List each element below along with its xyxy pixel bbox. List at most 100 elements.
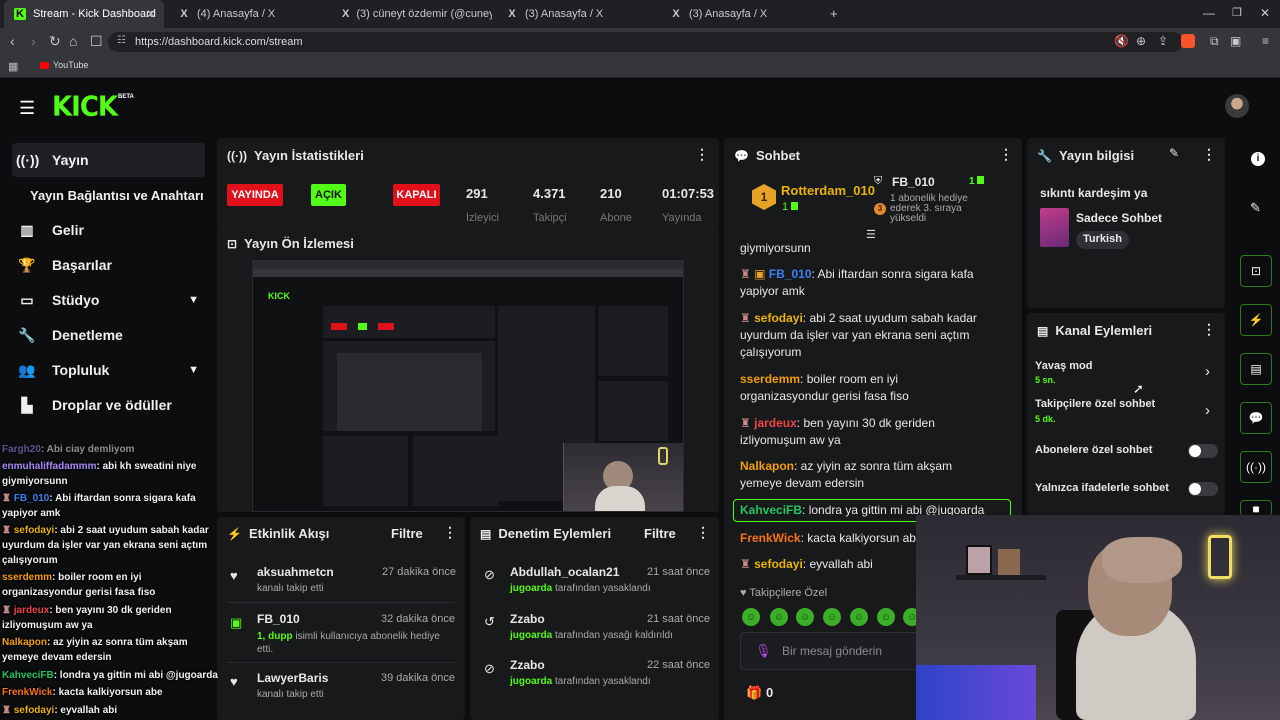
more-options-icon[interactable]: ⋮ xyxy=(1202,321,1216,338)
bookmark-icon[interactable]: ☐ xyxy=(90,33,103,50)
wallet-icon[interactable]: ▣ xyxy=(1230,34,1241,48)
chevron-right-icon[interactable]: › xyxy=(1205,363,1210,380)
tab-x-1[interactable]: X (4) Anasayfa / X xyxy=(168,0,328,28)
hamburger-menu-icon[interactable]: ☰ xyxy=(19,98,35,119)
moderated-user-name[interactable]: Zzabo xyxy=(510,612,545,626)
brave-shield-icon[interactable] xyxy=(1181,34,1195,48)
broadcast-icon[interactable]: ((·)) xyxy=(1240,451,1272,483)
top-gifter-count: 1 xyxy=(782,201,799,213)
emote-icon[interactable]: ☺ xyxy=(742,608,760,626)
chat-username[interactable]: KahveciFB xyxy=(740,503,802,517)
emote-chat-toggle[interactable] xyxy=(1188,482,1218,496)
streamer-hand xyxy=(1102,537,1182,583)
mute-tab-icon[interactable]: 🔇 xyxy=(1114,34,1129,48)
slow-mode-label[interactable]: Yavaş mod xyxy=(1035,360,1092,372)
chat-username[interactable]: sefodayi xyxy=(754,311,803,325)
closed-toggle-button[interactable]: KAPALI xyxy=(393,184,440,206)
chat-username[interactable]: jardeux xyxy=(754,416,797,430)
tab-kick-dashboard[interactable]: K Stream - Kick Dashboard ✕ xyxy=(4,0,164,28)
tab-x-4[interactable]: X (3) Anasayfa / X xyxy=(660,0,820,28)
sidebar-item-droplar[interactable]: ▙ Droplar ve ödüller xyxy=(12,388,205,422)
camera-icon[interactable]: ■ xyxy=(1240,500,1272,516)
close-window-icon[interactable]: ✕ xyxy=(1260,6,1270,20)
maximize-icon[interactable]: ❐ xyxy=(1232,6,1242,19)
chat-username[interactable]: FrenkWick xyxy=(740,531,801,545)
followers-chat-label[interactable]: Takipçilere özel sohbet xyxy=(1035,398,1155,410)
category-thumbnail[interactable] xyxy=(1040,208,1069,247)
chat-username[interactable]: sserdemm xyxy=(740,372,800,386)
zoom-icon[interactable]: ⊕ xyxy=(1136,34,1146,48)
badge-icon: ♜ xyxy=(740,267,751,281)
reload-icon[interactable]: ↻ xyxy=(49,33,61,50)
moderated-user-name[interactable]: Abdullah_ocalan21 xyxy=(510,565,619,579)
panel-title: Etkinlik Akışı xyxy=(248,526,330,541)
lightning-lamp xyxy=(1208,535,1232,579)
preview-video[interactable]: KICK xyxy=(252,260,684,512)
screenshot-icon[interactable]: ⊡ xyxy=(1240,255,1272,287)
emote-icon[interactable]: ☺ xyxy=(770,608,788,626)
more-options-icon[interactable]: ⋮ xyxy=(999,146,1013,163)
close-tab-icon[interactable]: ✕ xyxy=(146,7,156,21)
bolt-icon[interactable]: ⚡ xyxy=(1240,304,1272,336)
chevron-down-icon[interactable]: ▼ xyxy=(188,364,199,376)
moderation-filter-button[interactable]: Filtre xyxy=(644,526,676,541)
back-icon[interactable]: ‹ xyxy=(10,33,15,49)
tab-x-3[interactable]: X (3) Anasayfa / X xyxy=(496,0,656,28)
sidebar-item-yayin[interactable]: ((·)) Yayın xyxy=(12,143,205,177)
address-bar[interactable]: ☷ https://dashboard.kick.com/stream xyxy=(108,32,1183,52)
open-toggle-button[interactable]: AÇIK xyxy=(311,184,346,206)
chat-username[interactable]: Nalkapon xyxy=(740,459,794,473)
sidebar-item-basarilar[interactable]: 🏆 Başarılar xyxy=(12,248,205,282)
sidebar-item-stream-key[interactable]: Yayın Bağlantısı ve Anahtarı xyxy=(12,178,205,212)
edit-pencil-icon[interactable]: ✎ xyxy=(1250,200,1261,216)
more-options-icon[interactable]: ⋮ xyxy=(443,524,457,541)
sidebar-item-topluluk[interactable]: 👥 Topluluk ▼ xyxy=(12,353,205,387)
forward-icon[interactable]: › xyxy=(31,33,36,49)
feed-user-name[interactable]: aksuahmetcn xyxy=(257,565,334,579)
top-gifter-name[interactable]: Rotterdam_010 xyxy=(781,183,875,198)
live-badge: YAYINDA xyxy=(227,184,283,206)
feed-user-name[interactable]: FB_010 xyxy=(257,612,300,626)
feed-user-name[interactable]: LawyerBaris xyxy=(257,671,328,685)
moderated-user-name[interactable]: Zzabo xyxy=(510,658,545,672)
apps-grid-icon[interactable]: ▦ xyxy=(8,60,18,73)
subs-chat-toggle[interactable] xyxy=(1188,444,1218,458)
emote-icon[interactable]: ☺ xyxy=(877,608,895,626)
home-icon[interactable]: ⌂ xyxy=(69,33,77,49)
minimize-icon[interactable]: — xyxy=(1203,6,1215,20)
menu-icon[interactable]: ≡ xyxy=(1262,34,1269,48)
bookmark-youtube[interactable]: YouTube xyxy=(53,60,88,70)
gifter-name[interactable]: FB_010 xyxy=(892,175,935,189)
tab-x-2[interactable]: X (3) cüneyt özdemir (@cuneytozdemir xyxy=(332,0,492,28)
webcam-overlay xyxy=(916,515,1280,720)
chevron-down-icon[interactable]: ▼ xyxy=(188,294,199,306)
edit-pencil-icon[interactable]: ✎ xyxy=(1169,146,1179,160)
extensions-icon[interactable]: ⧉ xyxy=(1210,34,1219,49)
more-options-icon[interactable]: ⋮ xyxy=(1202,146,1216,163)
new-tab-icon[interactable]: + xyxy=(830,6,838,21)
overlay-chat-message: Fargh20: Abi ciay demliyom xyxy=(2,444,135,455)
gift-icon[interactable]: 🎁 xyxy=(746,685,762,701)
document-icon[interactable]: ▤ xyxy=(1240,353,1272,385)
microphone-icon[interactable]: 🎙 xyxy=(755,643,772,659)
sidebar-item-studyo[interactable]: ▭ Stüdyo ▼ xyxy=(12,283,205,317)
user-avatar[interactable] xyxy=(1225,94,1249,118)
activity-filter-button[interactable]: Filtre xyxy=(391,526,423,541)
sidebar-item-denetleme[interactable]: 🔧 Denetleme xyxy=(12,318,205,352)
chat-username[interactable]: sefodayi xyxy=(754,557,803,571)
emote-icon[interactable]: ☺ xyxy=(850,608,868,626)
info-icon[interactable]: i xyxy=(1251,152,1265,166)
site-info-icon[interactable]: ☷ xyxy=(117,35,126,46)
emote-icon[interactable]: ☺ xyxy=(796,608,814,626)
chat-bubble-icon[interactable]: 💬 xyxy=(1240,402,1272,434)
more-options-icon[interactable]: ⋮ xyxy=(695,146,709,163)
sidebar-item-gelir[interactable]: ▥ Gelir xyxy=(12,213,205,247)
more-options-icon[interactable]: ⋮ xyxy=(696,524,710,541)
chevron-right-icon[interactable]: › xyxy=(1205,402,1210,419)
overlay-chat-message: FrenkWick: kacta kalkiyorsun abe xyxy=(2,687,163,698)
emote-icon[interactable]: ☺ xyxy=(823,608,841,626)
category-name[interactable]: Sadece Sohbet xyxy=(1076,211,1162,225)
chat-username[interactable]: FB_010 xyxy=(769,267,812,281)
kick-logo[interactable]: KICK xyxy=(52,91,118,123)
share-icon[interactable]: ⇪ xyxy=(1158,34,1168,48)
